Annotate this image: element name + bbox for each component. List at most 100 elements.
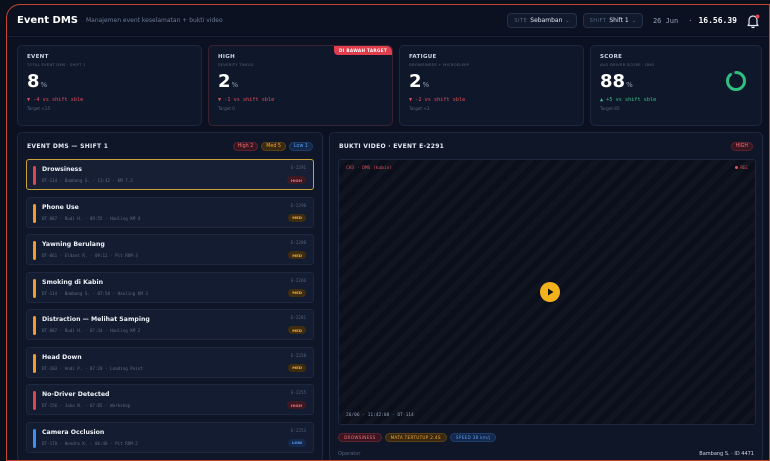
event-list: Drowsiness DT-114 · Bambang S. · 11:42 ·… [18,159,322,453]
chevron-down-icon: ⌄ [631,17,636,24]
below-target-badge: DI BAWAH TARGET [333,46,392,55]
kpi-title: SCORE [600,54,623,60]
kpi-card-high[interactable]: DI BAWAH TARGET HIGH SEVERITY TINGGI 2% … [208,45,393,126]
video-timestamp: 26/06 · 11:42:08 · DT-114 [346,413,414,418]
app-title: Event DMS [17,15,78,26]
severity-bar [33,353,36,373]
notification-bell-icon[interactable] [745,13,761,29]
play-button[interactable] [540,282,560,302]
kpi-title: FATIGUE [409,54,437,60]
event-list-item[interactable]: Camera Occlusion DT-178 · Hendra K. · 06… [26,421,314,453]
kpi-card-score[interactable]: SCORE AVG DRIVER SCORE · DMS 88% ▲ +5 vs… [590,45,762,126]
event-list-item[interactable]: Drowsiness DT-114 · Bambang S. · 11:42 ·… [26,159,314,190]
event-meta: DT-087 · Rudi H. · 07:34 · Hauling KM 2 [42,328,141,333]
chevron-down-icon: ⌄ [565,17,570,24]
event-list-item[interactable]: Phone Use DT-087 · Rudi H. · 09:55 · Hau… [26,196,314,228]
event-list-item[interactable]: Yawning Berulang DT-061 · Eldant R. · 09… [26,234,314,265]
event-name: Smoking di Kabin [42,278,104,286]
kpi-delta: ▼ -1 vs shift sble [218,97,275,103]
play-icon [548,288,554,296]
video-player[interactable]: CH3 · DMS (kabin) REC 26/06 · 11:42:08 ·… [338,159,756,425]
event-meta: DT-178 · Hendra K. · 06:48 · Pit ROM-2 [42,440,138,446]
event-list-item[interactable]: Head Down DT-103 · Andi P. · 07:20 · Loa… [26,346,314,378]
kpi-value: 2% [218,71,239,92]
event-meta: DT-156 · Joko N. · 07:05 · Workshop [42,403,131,408]
severity-filter-chips: High 2 Med 5 Low 1 [232,141,313,151]
kpi-delta: ▼ -2 vs shift sble [409,97,466,103]
kpi-delta: ▲ +5 vs shift sble [600,97,657,103]
panel-title: BUKTI VIDEO · EVENT E-2291 [339,142,445,150]
shift-select[interactable]: SHIFT Shift 1 ⌄ [582,13,643,28]
event-list-item[interactable]: No-Driver Detected DT-156 · Joko N. · 07… [26,384,314,415]
record-dot-icon [735,166,739,169]
filter-chip-low[interactable]: Low 1 [288,141,313,151]
event-name: Yawning Berulang [42,241,105,248]
kpi-card-fatigue[interactable]: FATIGUE DROWSINESS + MICROSLEEP 2% ▼ -2 … [399,45,584,126]
event-name: Drowsiness [42,166,82,173]
severity-badge: LOW [288,438,306,447]
kpi-title: EVENT [27,54,49,60]
app-window: Event DMS Manajemen event keselamatan + … [6,4,770,461]
kpi-target: Target <3 [409,106,430,111]
kpi-subtitle: SEVERITY TINGGI [218,62,254,67]
header-clock: 16.56.39 [698,16,737,25]
header-date: 26 Jun [652,16,679,25]
event-name: No-Driver Detected [42,391,110,398]
top-header: Event DMS Manajemen event keselamatan + … [7,5,769,37]
severity-badge: HIGH [286,176,306,184]
kpi-subtitle: AVG DRIVER SCORE · DMS [600,62,655,67]
event-list-item[interactable]: Distraction — Melihat Samping DT-087 · R… [26,309,314,340]
kpi-subtitle: DROWSINESS + MICROSLEEP [409,62,470,67]
event-code: E-2253 [290,427,306,433]
event-code: E-2266 [290,277,306,283]
tag-drowsiness: DROWSINESS [338,433,382,442]
kpi-subtitle: TOTAL EVENT DMS · SHIFT 1 [27,62,86,67]
event-name: Camera Occlusion [42,428,105,436]
severity-badge: MED [288,326,306,334]
event-code: E-2281 [290,315,306,320]
panel-title: EVENT DMS — SHIFT 1 [27,142,109,150]
camera-label: CH3 · DMS (kabin) [346,166,393,171]
kpi-delta: ▼ -4 vs shift sble [27,97,84,103]
event-code: E-2258 [290,352,306,358]
severity-bar [33,278,36,298]
event-list-panel: EVENT DMS — SHIFT 1 High 2 Med 5 Low 1 D… [17,132,323,460]
event-name: Distraction — Melihat Samping [42,316,150,323]
kpi-value: 2% [409,71,430,92]
severity-bar [33,428,36,448]
tag-speed: SPEED 38 km/j [449,433,497,442]
event-meta: DT-114 · Bambang S. · 07:58 · Hauling KM… [42,290,148,296]
operator-label: Operator [338,451,361,457]
event-meta: DT-087 · Rudi H. · 09:55 · Hauling KM 4 [42,215,141,221]
tag-eyes-closed: MATA TERTUTUP 2.4S [384,433,447,442]
kpi-target: Target 0 [218,106,235,111]
event-code: E-2288 [290,240,306,245]
filter-chip-med[interactable]: Med 5 [261,141,286,151]
event-list-header: EVENT DMS — SHIFT 1 High 2 Med 5 Low 1 [18,133,322,159]
event-meta: DT-114 · Bambang S. · 11:42 · KM 7.2 [42,178,133,183]
event-code: E-2290 [290,202,306,208]
video-severity: HIGH [730,141,753,151]
rec-label: REC [740,165,748,170]
recording-indicator: REC [735,165,748,170]
kpi-target: Target 85 [600,106,620,111]
event-code: E-2291 [290,165,306,170]
app-subtitle: Manajemen event keselamatan + bukti vide… [85,17,223,24]
kpi-target: Target <15 [27,106,51,111]
event-list-item[interactable]: Smoking di Kabin DT-114 · Bambang S. · 0… [26,271,314,303]
detection-tags: DROWSINESS MATA TERTUTUP 2.4S SPEED 38 k… [338,433,497,442]
kpi-card-event[interactable]: EVENT TOTAL EVENT DMS · SHIFT 1 8% ▼ -4 … [17,45,202,126]
site-select-value: Sebamban [530,17,563,24]
video-panel-header: BUKTI VIDEO · EVENT E-2291 HIGH [330,133,762,159]
shift-select-value: Shift 1 [609,17,629,24]
site-select-label: SITE [514,17,528,24]
severity-badge: MED [288,251,306,259]
score-ring-icon [726,71,746,91]
operator-row: Operator Bambang S. · ID 4471 [338,451,754,457]
event-name: Head Down [42,353,82,361]
severity-bar [33,316,36,335]
filter-chip-high[interactable]: High 2 [232,141,259,151]
site-select[interactable]: SITE Sebamban ⌄ [507,13,577,28]
shift-select-label: SHIFT [589,17,607,24]
kpi-value: 8% [27,71,48,92]
